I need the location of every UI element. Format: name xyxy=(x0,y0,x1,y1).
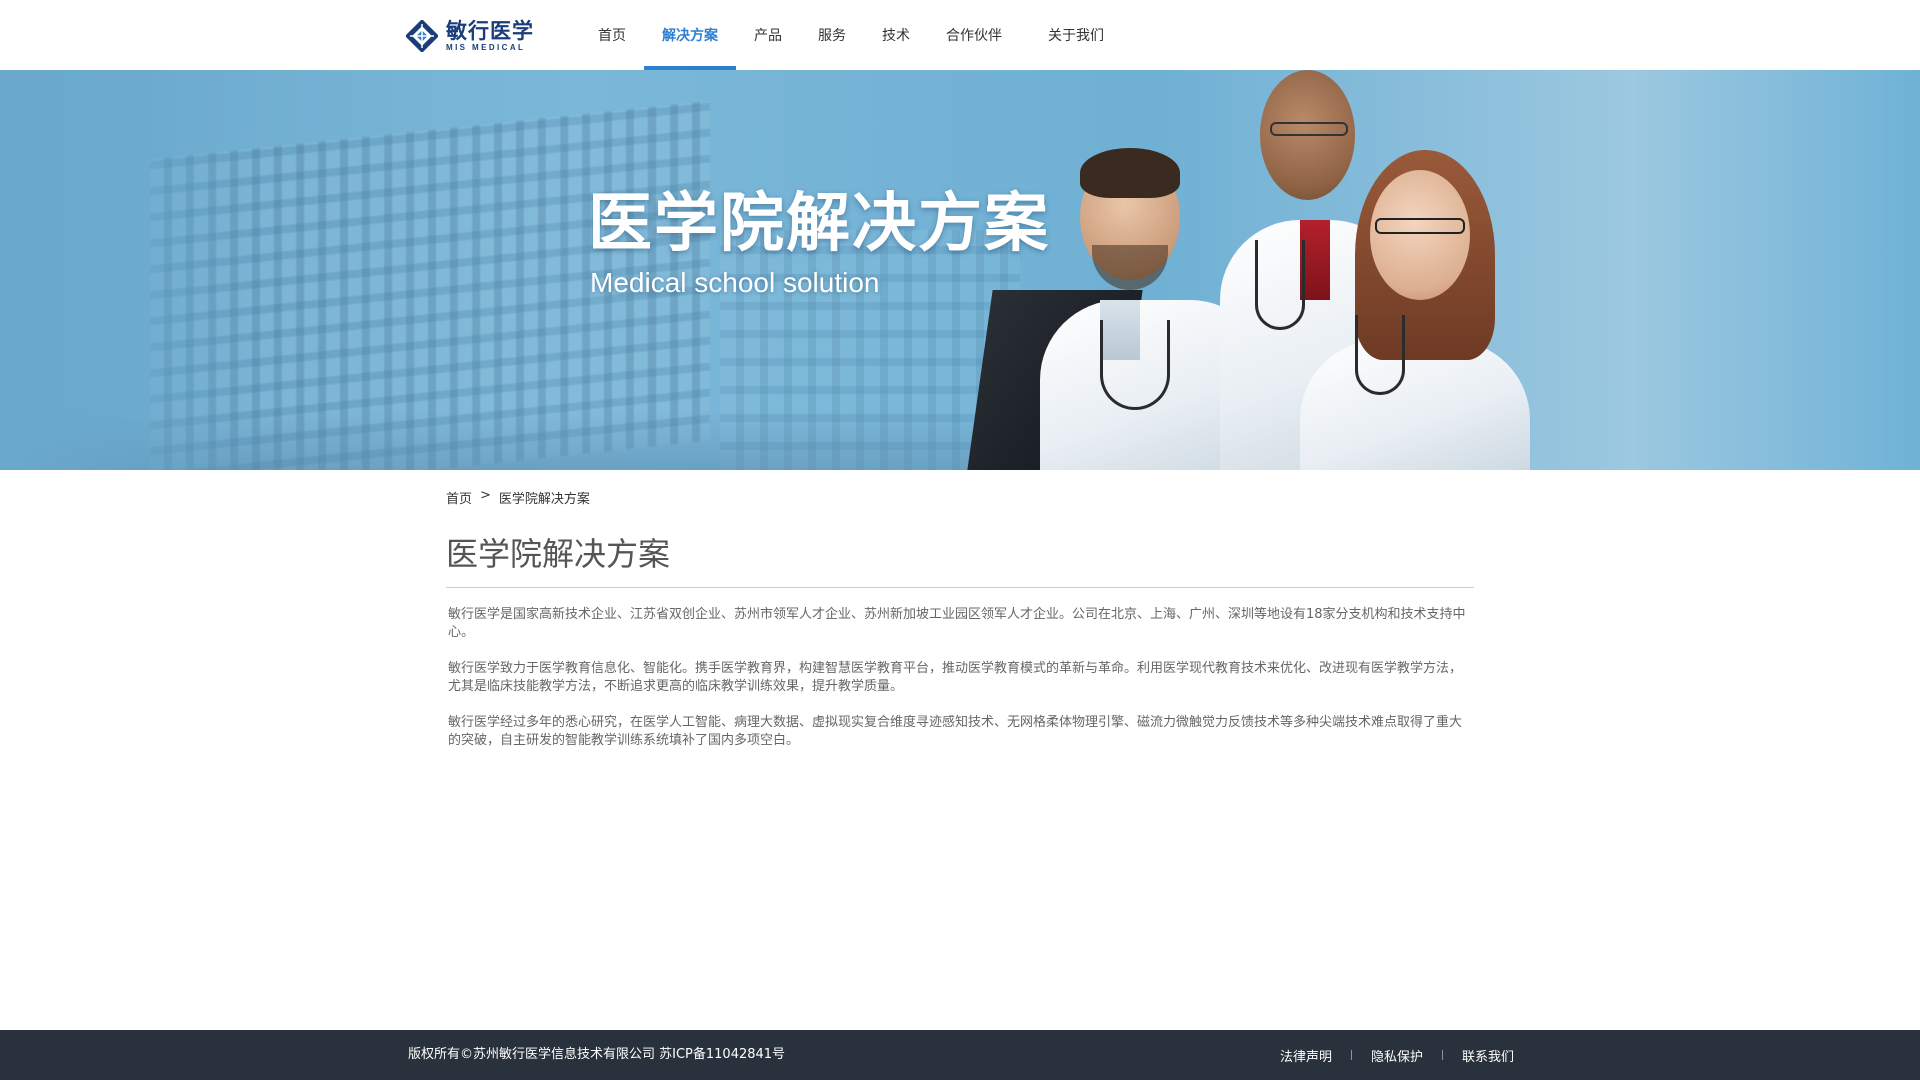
footer-link-contact[interactable]: 联系我们 xyxy=(1443,1046,1514,1065)
footer-link-legal[interactable]: 法律声明 xyxy=(1261,1046,1351,1065)
logo-mark-icon xyxy=(405,19,439,53)
intro-paragraph-2: 敏行医学致力于医学教育信息化、智能化。携手医学教育界，构建智慧医学教育平台，推动… xyxy=(448,661,1463,694)
site-header: 敏行医学 MIS MEDICAL 首页 解决方案 产品 服务 技术 合作伙伴 关… xyxy=(0,0,1920,70)
nav-item-technology[interactable]: 技术 xyxy=(864,0,928,70)
breadcrumb-separator: > xyxy=(480,488,491,503)
footer-links: 法律声明 隐私保护 联系我们 xyxy=(1261,1030,1514,1080)
banner-subtitle: Medical school solution xyxy=(590,267,880,298)
nav-item-about-us[interactable]: 关于我们 xyxy=(1030,0,1122,70)
nav-item-products[interactable]: 产品 xyxy=(736,0,800,70)
logo-name-cn: 敏行医学 xyxy=(446,18,534,43)
footer-link-privacy[interactable]: 隐私保护 xyxy=(1352,1046,1442,1065)
main-nav: 首页 解决方案 产品 服务 技术 合作伙伴 关于我们 xyxy=(580,0,1122,70)
footer-copyright: 版权所有©苏州敏行医学信息技术有限公司 苏ICP备11042841号 xyxy=(408,1047,786,1062)
hero-banner: 医学院解决方案 Medical school solution xyxy=(0,70,1920,470)
nav-item-partners[interactable]: 合作伙伴 xyxy=(928,0,1030,70)
intro-paragraph-1: 敏行医学是国家高新技术企业、江苏省双创企业、苏州市领军人才企业、苏州新加坡工业园… xyxy=(448,607,1466,640)
breadcrumb-home-link[interactable]: 首页 xyxy=(446,488,472,507)
page-title: 医学院解决方案 xyxy=(446,529,1474,588)
nav-item-home[interactable]: 首页 xyxy=(580,0,644,70)
main-content: 首页 > 医学院解决方案 医学院解决方案 敏行医学是国家高新技术企业、江苏省双创… xyxy=(446,470,1474,750)
intro-paragraph-3: 敏行医学经过多年的悉心研究，在医学人工智能、病理大数据、虚拟现实复合维度寻迹感知… xyxy=(448,715,1463,748)
logo-name-en: MIS MEDICAL xyxy=(446,42,526,52)
breadcrumb: 首页 > 医学院解决方案 xyxy=(446,488,1474,507)
banner-title: 医学院解决方案 xyxy=(588,187,1050,261)
logo[interactable]: 敏行医学 MIS MEDICAL xyxy=(405,18,534,54)
breadcrumb-current: 医学院解决方案 xyxy=(498,492,590,507)
nav-item-solutions[interactable]: 解决方案 xyxy=(644,0,736,70)
nav-item-services[interactable]: 服务 xyxy=(800,0,864,70)
site-footer: 版权所有©苏州敏行医学信息技术有限公司 苏ICP备11042841号 法律声明 … xyxy=(0,1030,1920,1080)
